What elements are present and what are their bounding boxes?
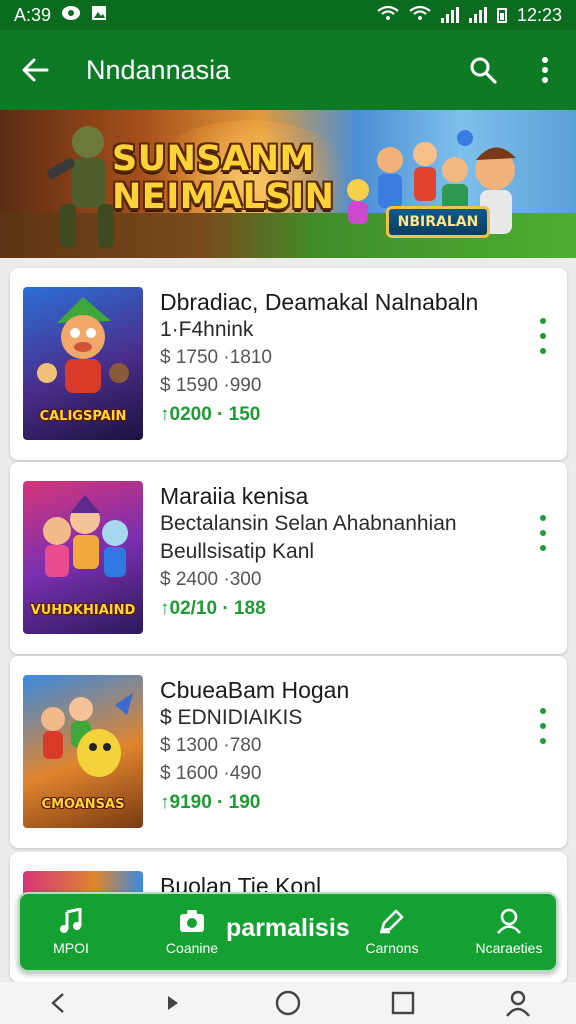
nav-item-ncaraeties[interactable]: Ncaraeties: [462, 894, 556, 970]
person-outline-icon: [506, 990, 531, 1017]
item-rating: ↑02/10 · 188: [160, 598, 266, 619]
notification-icon: [61, 5, 81, 26]
signal-icon: [440, 7, 459, 23]
nav-item-carnons[interactable]: Carnons: [352, 894, 432, 970]
item-more-button[interactable]: [535, 318, 551, 354]
nav-item-mpoi[interactable]: MPOI: [36, 894, 106, 970]
item-rating: ↑0200 · 150: [160, 404, 261, 425]
system-home-button[interactable]: [258, 982, 318, 1024]
nav-center-title[interactable]: parmalisis: [226, 914, 350, 943]
recents-square-icon: [391, 991, 415, 1015]
app-bar: Nndannasia: [0, 30, 576, 110]
more-vert-icon: [542, 57, 548, 83]
search-button[interactable]: [452, 30, 514, 110]
item-more-button[interactable]: [535, 515, 551, 551]
status-bar: A:39 12:23: [0, 0, 576, 30]
nav-label: Carnons: [365, 940, 419, 956]
system-profile-button[interactable]: [488, 982, 548, 1024]
item-title: Maraiia kenisa: [160, 483, 309, 509]
item-more-button[interactable]: [535, 708, 551, 744]
thumbnail-title: VUHDKHIAIND: [30, 603, 136, 618]
item-rating: ↑9190 · 190: [160, 792, 261, 813]
music-note-icon: [60, 908, 82, 933]
promo-banner[interactable]: SUNSANM NEIMALSIN NBIRALAN: [0, 110, 576, 258]
home-circle-icon: [275, 990, 301, 1016]
thumbnail-title: CALIGSPAIN: [39, 409, 127, 424]
thumbnail-character: [37, 297, 129, 393]
wifi-icon: [377, 5, 399, 26]
status-time-right: 12:23: [516, 4, 562, 25]
banner-title-line1: SUNSANM: [112, 139, 315, 179]
edit-icon: [380, 909, 404, 934]
list-item[interactable]: CALIGSPAIN Dbradiac, Deamakal Nalnabaln …: [10, 268, 567, 460]
item-subtitle: $ EDNIDIAIKIS: [160, 706, 303, 729]
nav-label: Coanine: [165, 940, 219, 956]
item-price-primary: $ 1300 ·780: [160, 735, 262, 756]
item-title: Dbradiac, Deamakal Nalnabaln: [160, 289, 479, 315]
search-icon: [470, 57, 497, 84]
image-notification-icon: [91, 5, 107, 26]
nav-label: MPOI: [53, 940, 89, 956]
chevron-left-icon: [50, 993, 64, 1013]
item-subtitle-2: Beullsisatip Kanl: [160, 540, 315, 563]
system-recents-button[interactable]: [373, 982, 433, 1024]
battery-icon: [496, 7, 507, 23]
thumbnail-character: [41, 693, 133, 777]
game-thumbnail: CMOANSAS: [23, 675, 143, 828]
back-button[interactable]: [0, 30, 70, 110]
list-item[interactable]: VUHDKHIAIND Maraiia kenisa Bectalansin S…: [10, 462, 567, 654]
signal-icon-2: [468, 7, 487, 23]
item-details: Maraiia kenisa Bectalansin Selan Ahabnan…: [160, 482, 507, 624]
item-price-secondary: $ 1590 ·990: [160, 375, 262, 396]
more-options-button[interactable]: [514, 30, 576, 110]
banner-title: SUNSANM NEIMALSIN: [112, 140, 334, 216]
item-subtitle: Bectalansin Selan Ahabnanhian: [160, 512, 457, 535]
camera-icon: [180, 910, 204, 932]
banner-title-line2: NEIMALSIN: [112, 177, 335, 217]
thumbnail-title: CMOANSAS: [41, 797, 125, 812]
bottom-navigation: MPOI Coanine parmalisis Carnons Ncaraeti…: [18, 892, 558, 972]
list-item[interactable]: CMOANSAS CbueaBam Hogan $ EDNIDIAIKIS $ …: [10, 656, 567, 848]
item-details: CbueaBam Hogan $ EDNIDIAIKIS $ 1300 ·780…: [160, 676, 507, 818]
item-subtitle: 1·F4hnink: [160, 318, 254, 341]
system-back-button[interactable]: [28, 982, 88, 1024]
game-thumbnail: VUHDKHIAIND: [23, 481, 143, 634]
wifi-icon-2: [409, 5, 431, 26]
status-time-left: A:39: [14, 4, 52, 25]
banner-badge: NBIRALAN: [386, 206, 490, 238]
nav-label: Ncaraeties: [475, 940, 543, 956]
page-title: Nndannasia: [86, 54, 231, 85]
item-title: CbueaBam Hogan: [160, 677, 350, 703]
system-play-button[interactable]: [143, 982, 203, 1024]
back-arrow-icon: [22, 58, 49, 82]
person-icon: [497, 908, 521, 934]
item-price-secondary: $ 1600 ·490: [160, 763, 262, 784]
thumbnail-character: [43, 495, 128, 577]
system-navigation-bar: [0, 982, 576, 1024]
item-price-primary: $ 2400 ·300: [160, 569, 262, 590]
item-details: Dbradiac, Deamakal Nalnabaln 1·F4hnink $…: [160, 288, 507, 430]
item-price-primary: $ 1750 ·1810: [160, 347, 272, 368]
play-icon: [167, 996, 178, 1010]
game-thumbnail: CALIGSPAIN: [23, 287, 143, 440]
nav-item-coanine[interactable]: Coanine: [152, 894, 232, 970]
